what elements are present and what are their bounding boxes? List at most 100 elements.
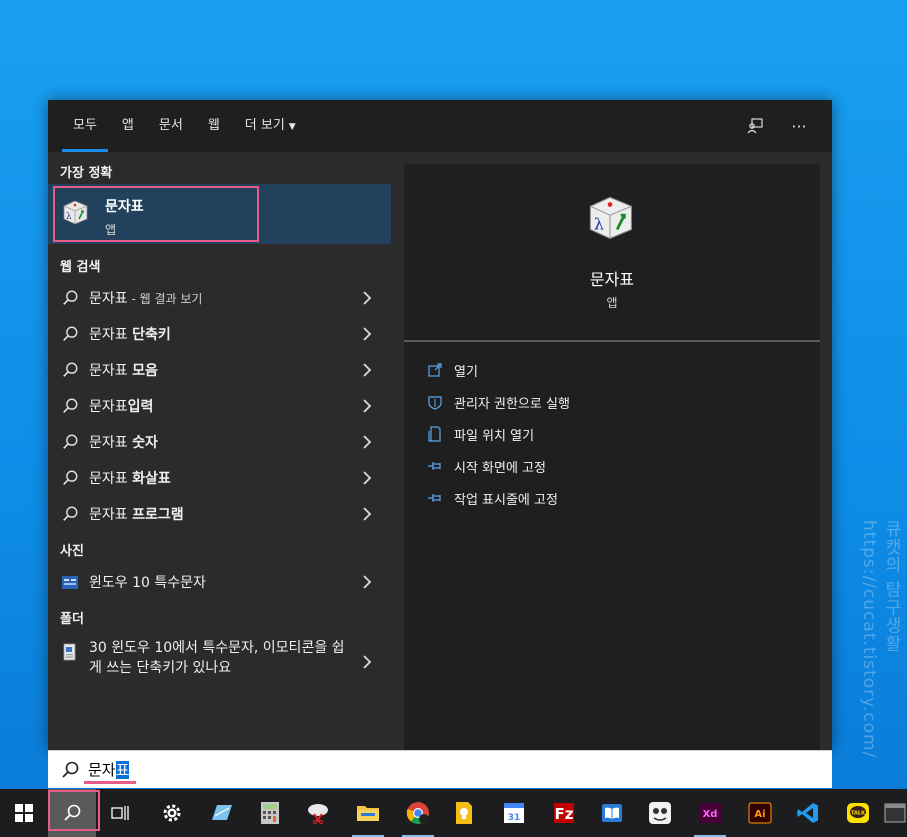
search-icon [60, 468, 80, 488]
pin-icon [426, 489, 444, 507]
web-search-suggestion: 모음 [132, 363, 158, 379]
taskbar-app-file-explorer[interactable] [344, 789, 392, 837]
section-photos: 사진 [60, 544, 84, 559]
preview-action-label: 시작 화면에 고정 [454, 460, 546, 476]
search-icon [60, 324, 80, 344]
chevron-right-icon[interactable] [361, 573, 373, 591]
photo-result[interactable]: 윈도우 10 특수문자 [48, 564, 391, 600]
chevron-right-icon[interactable] [361, 289, 373, 307]
taskbar-app-xd[interactable]: Xd [686, 789, 734, 837]
terminal-icon [884, 803, 905, 823]
taskbar-app-kakaotalk[interactable]: TALK [834, 789, 882, 837]
calendar-icon: 31 [504, 803, 524, 823]
photo-result-label: 윈도우 10 특수문자 [89, 575, 206, 591]
chevron-right-icon[interactable] [361, 397, 373, 415]
web-search-query: 문자표 [89, 435, 133, 451]
web-search-query: 문자표 [89, 291, 128, 307]
preview-action[interactable]: 열기 [426, 359, 478, 381]
svg-text:Fz: Fz [555, 805, 574, 823]
taskbar-app-chrome[interactable] [394, 789, 442, 837]
web-search-item[interactable]: 문자표 - 웹 결과 보기 [48, 280, 391, 316]
preview-action[interactable]: 파일 위치 열기 [426, 423, 534, 445]
web-search-item[interactable]: 문자표 모음 [48, 352, 391, 388]
tab-all[interactable]: 모두 [62, 100, 108, 152]
taskbar-app-filezilla[interactable]: Fz [540, 789, 588, 837]
search-icon [60, 504, 80, 524]
chevron-right-icon[interactable] [361, 653, 373, 671]
web-search-item[interactable]: 문자표입력 [48, 388, 391, 424]
web-search-item[interactable]: 문자표 화살표 [48, 460, 391, 496]
chevron-right-icon[interactable] [361, 325, 373, 343]
web-search-item[interactable]: 문자표 프로그램 [48, 496, 391, 532]
chrome-icon [406, 802, 429, 824]
preview-action[interactable]: 관리자 권한으로 실행 [426, 391, 570, 413]
charmap-taskbar-icon [649, 802, 671, 824]
taskbar-app-keep[interactable] [440, 789, 488, 837]
preview-action-label: 작업 표시줄에 고정 [454, 492, 558, 508]
taskbar-app-terminal[interactable] [882, 789, 907, 837]
tab-apps[interactable]: 앱 [122, 100, 134, 152]
folder-result-label: 30 윈도우 10에서 특수문자, 이모티콘을 쉽게 쓰는 단축키가 있나요 [89, 640, 345, 676]
web-search-query: 문자표 [89, 507, 133, 523]
start-button[interactable] [0, 789, 48, 837]
search-panel: 모두 앱 문서 웹 더 보기 ▼ ··· 가장 정확 λ 문자표 앱 웹 검색 문… [48, 100, 832, 750]
folder-icon [357, 806, 379, 821]
preview-action-label: 열기 [454, 364, 478, 380]
chevron-right-icon[interactable] [361, 505, 373, 523]
web-search-item[interactable]: 문자표 숫자 [48, 424, 391, 460]
calculator-icon [261, 802, 279, 824]
taskbar-app-snipping[interactable] [294, 789, 342, 837]
search-box[interactable]: 문자표 [48, 750, 832, 788]
taskbar-app-charmap[interactable] [636, 789, 684, 837]
task-view-button[interactable] [96, 789, 144, 837]
tab-documents[interactable]: 문서 [159, 100, 183, 152]
preview-action[interactable]: 작업 표시줄에 고정 [426, 487, 558, 509]
web-search-label: 문자표 모음 [89, 360, 158, 380]
file-location-icon [426, 425, 444, 443]
taskbar-app-notepad[interactable] [198, 789, 246, 837]
notes-icon [456, 802, 472, 824]
taskbar-settings[interactable] [148, 789, 196, 837]
gear-icon [163, 804, 181, 822]
web-search-suggestion: 단축키 [132, 327, 171, 343]
chevron-right-icon[interactable] [361, 361, 373, 379]
book-icon [602, 804, 622, 822]
web-search-suffix: - 웹 결과 보기 [127, 292, 203, 306]
snipping-tool-icon [308, 804, 328, 824]
filter-tabs: 모두 앱 문서 웹 더 보기 ▼ ··· [48, 100, 832, 152]
vscode-icon [797, 803, 818, 823]
search-icon [60, 432, 80, 452]
feedback-icon[interactable] [744, 115, 766, 137]
web-search-label: 문자표 단축키 [89, 324, 171, 344]
best-match-highlight [53, 186, 259, 242]
more-options-icon[interactable]: ··· [788, 115, 810, 137]
web-search-label: 문자표 프로그램 [89, 504, 184, 524]
web-search-suggestion: 입력 [127, 399, 154, 415]
tab-web[interactable]: 웹 [208, 100, 220, 152]
preview-title: 문자표 [589, 270, 635, 289]
taskbar-app-illustrator[interactable]: Ai [736, 789, 784, 837]
taskbar-app-reader[interactable] [588, 789, 636, 837]
tab-more[interactable]: 더 보기 ▼ [245, 100, 296, 152]
preview-action-label: 관리자 권한으로 실행 [454, 396, 570, 412]
web-search-item[interactable]: 문자표 단축키 [48, 316, 391, 352]
task-view-icon [111, 806, 129, 820]
taskbar-app-vscode[interactable] [784, 789, 832, 837]
taskbar-app-calculator[interactable] [246, 789, 294, 837]
svg-text:31: 31 [508, 813, 521, 823]
section-best-match: 가장 정확 [60, 166, 113, 181]
taskbar: 31 Fz Xd Ai TALK [0, 789, 907, 837]
svg-text:λ: λ [594, 215, 604, 234]
web-search-label: 문자표입력 [89, 396, 153, 416]
caret-down-icon: ▼ [288, 122, 296, 132]
preview-action[interactable]: 시작 화면에 고정 [426, 455, 546, 477]
search-input[interactable]: 문자표 [88, 759, 130, 780]
folder-result[interactable]: 30 윈도우 10에서 특수문자, 이모티콘을 쉽게 쓰는 단축키가 있나요 [48, 638, 391, 686]
svg-text:Xd: Xd [703, 809, 718, 820]
svg-text:Ai: Ai [754, 809, 765, 820]
section-folders: 폴더 [60, 612, 84, 627]
open-icon [426, 361, 444, 379]
taskbar-app-calendar[interactable]: 31 [490, 789, 538, 837]
chevron-right-icon[interactable] [361, 469, 373, 487]
chevron-right-icon[interactable] [361, 433, 373, 451]
